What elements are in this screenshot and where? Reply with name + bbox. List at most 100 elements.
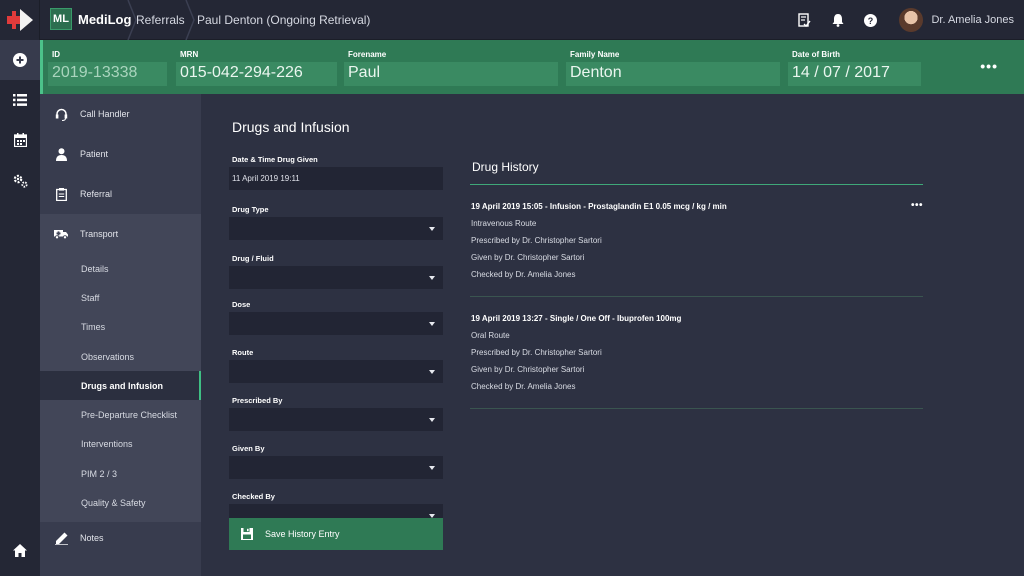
brand-name: MediLog [78, 11, 132, 27]
mrn-label: MRN [180, 50, 199, 59]
brand-badge: ML [50, 8, 72, 30]
checklist-button[interactable] [788, 0, 821, 40]
nav-sub-details[interactable]: Details [40, 254, 201, 283]
history-entry-divider [470, 296, 923, 297]
patient-more-button[interactable]: ••• [980, 58, 998, 74]
nav-patient[interactable]: Patient [40, 134, 201, 174]
headset-icon [54, 108, 68, 121]
new-referral-button[interactable] [0, 40, 40, 80]
history-entry-heading: 19 April 2019 13:27 - Single / One Off -… [471, 314, 682, 323]
drug-history-title: Drug History [472, 160, 539, 174]
bell-icon [832, 14, 844, 27]
caret-down-icon [429, 276, 435, 280]
breadcrumb-separator-icon [185, 0, 195, 40]
dose-label: Dose [232, 300, 251, 309]
breadcrumb-current: Paul Denton (Ongoing Retrieval) [197, 13, 371, 27]
nav-notes[interactable]: Notes [40, 518, 201, 558]
nav-sub-staff[interactable]: Staff [40, 283, 201, 312]
history-entry-checked: Checked by Dr. Amelia Jones [471, 270, 576, 279]
datetime-input[interactable]: 11 April 2019 19:11 [229, 167, 443, 190]
history-entry-prescribed: Prescribed by Dr. Christopher Sartori [471, 348, 602, 357]
patient-header: ID 2019-13338 MRN 015-042-294-226 Forena… [40, 40, 1024, 94]
history-entry-heading: 19 April 2019 15:05 - Infusion - Prostag… [471, 202, 727, 211]
brand[interactable]: ML MediLog [50, 8, 131, 30]
app-logo[interactable] [0, 0, 40, 40]
history-entry-given: Given by Dr. Christopher Sartori [471, 365, 585, 374]
drug-fluid-select[interactable] [229, 266, 443, 289]
family-name-value[interactable]: Denton [566, 62, 780, 86]
user-name: Dr. Amelia Jones [931, 14, 1014, 26]
patient-id-value: 2019-13338 [48, 62, 167, 86]
dob-value[interactable]: 14 / 07 / 2017 [788, 62, 921, 86]
left-rail [0, 40, 40, 576]
drug-entry-form: Date & Time Drug Given 11 April 2019 19:… [229, 155, 443, 527]
list-icon [13, 94, 27, 106]
help-icon: ? [864, 13, 878, 27]
calendar-icon [13, 133, 27, 147]
notifications-button[interactable] [821, 0, 854, 40]
history-entry: 19 April 2019 13:27 - Single / One Off -… [471, 314, 923, 396]
floppy-disk-icon [229, 528, 265, 540]
nav-sub-times[interactable]: Times [40, 313, 201, 342]
history-entry-checked: Checked by Dr. Amelia Jones [471, 382, 576, 391]
avatar [899, 8, 924, 32]
dob-label: Date of Birth [792, 50, 840, 59]
history-entry: 19 April 2019 15:05 - Infusion - Prostag… [471, 200, 923, 284]
entry-more-button[interactable]: ••• [911, 200, 923, 211]
ambulance-icon [54, 229, 68, 239]
forename-value[interactable]: Paul [344, 62, 558, 86]
nav-sub-observations[interactable]: Observations [40, 342, 201, 371]
caret-down-icon [429, 322, 435, 326]
save-history-entry-label: Save History Entry [265, 529, 340, 539]
save-history-entry-button[interactable]: Save History Entry [229, 518, 443, 550]
section-nav: Call Handler Patient Referral Transport … [40, 94, 201, 576]
nav-referral-label: Referral [80, 189, 113, 199]
breadcrumb-referrals[interactable]: Referrals [136, 0, 185, 40]
home-button[interactable] [0, 530, 40, 570]
pencil-icon [54, 532, 68, 545]
list-button[interactable] [0, 80, 40, 120]
prescribed-by-label: Prescribed By [232, 396, 283, 405]
history-entry-route: Intravenous Route [471, 219, 537, 228]
history-entry-prescribed: Prescribed by Dr. Christopher Sartori [471, 236, 602, 245]
calendar-button[interactable] [0, 120, 40, 160]
clipboard-icon [54, 187, 68, 201]
dose-select[interactable] [229, 312, 443, 335]
patient-id-label: ID [52, 50, 60, 59]
caret-down-icon [429, 227, 435, 231]
svg-text:?: ? [868, 16, 874, 26]
nav-sub-pim[interactable]: PIM 2 / 3 [40, 459, 201, 488]
settings-button[interactable] [0, 160, 40, 200]
page-title: Drugs and Infusion [232, 119, 350, 135]
app-logo-icon [6, 9, 33, 31]
user-menu[interactable]: Dr. Amelia Jones [887, 8, 1024, 32]
caret-down-icon [429, 466, 435, 470]
help-button[interactable]: ? [854, 0, 887, 40]
drug-history-divider [470, 184, 923, 185]
forename-label: Forename [348, 50, 387, 59]
drug-type-select[interactable] [229, 217, 443, 240]
nav-transport-label: Transport [80, 229, 119, 239]
caret-down-icon [429, 370, 435, 374]
checked-by-label: Checked By [232, 492, 275, 501]
caret-down-icon [429, 418, 435, 422]
route-select[interactable] [229, 360, 443, 383]
given-by-select[interactable] [229, 456, 443, 479]
mrn-value[interactable]: 015-042-294-226 [176, 62, 337, 86]
given-by-label: Given By [232, 444, 265, 453]
nav-patient-label: Patient [80, 149, 109, 159]
nav-sub-drugs-and-infusion[interactable]: Drugs and Infusion [40, 371, 201, 401]
person-icon [54, 147, 68, 161]
gears-icon [13, 174, 28, 188]
nav-sub-interventions[interactable]: Interventions [40, 430, 201, 459]
checklist-icon [798, 13, 811, 27]
nav-sub-quality-safety[interactable]: Quality & Safety [40, 488, 201, 517]
history-entry-given: Given by Dr. Christopher Sartori [471, 253, 585, 262]
history-entry-divider [470, 408, 923, 409]
nav-transport[interactable]: Transport [40, 214, 201, 254]
nav-referral[interactable]: Referral [40, 174, 201, 214]
nav-call-handler[interactable]: Call Handler [40, 94, 201, 134]
nav-sub-pre-departure-checklist[interactable]: Pre-Departure Checklist [40, 400, 201, 429]
drug-fluid-label: Drug / Fluid [232, 254, 274, 263]
prescribed-by-select[interactable] [229, 408, 443, 431]
